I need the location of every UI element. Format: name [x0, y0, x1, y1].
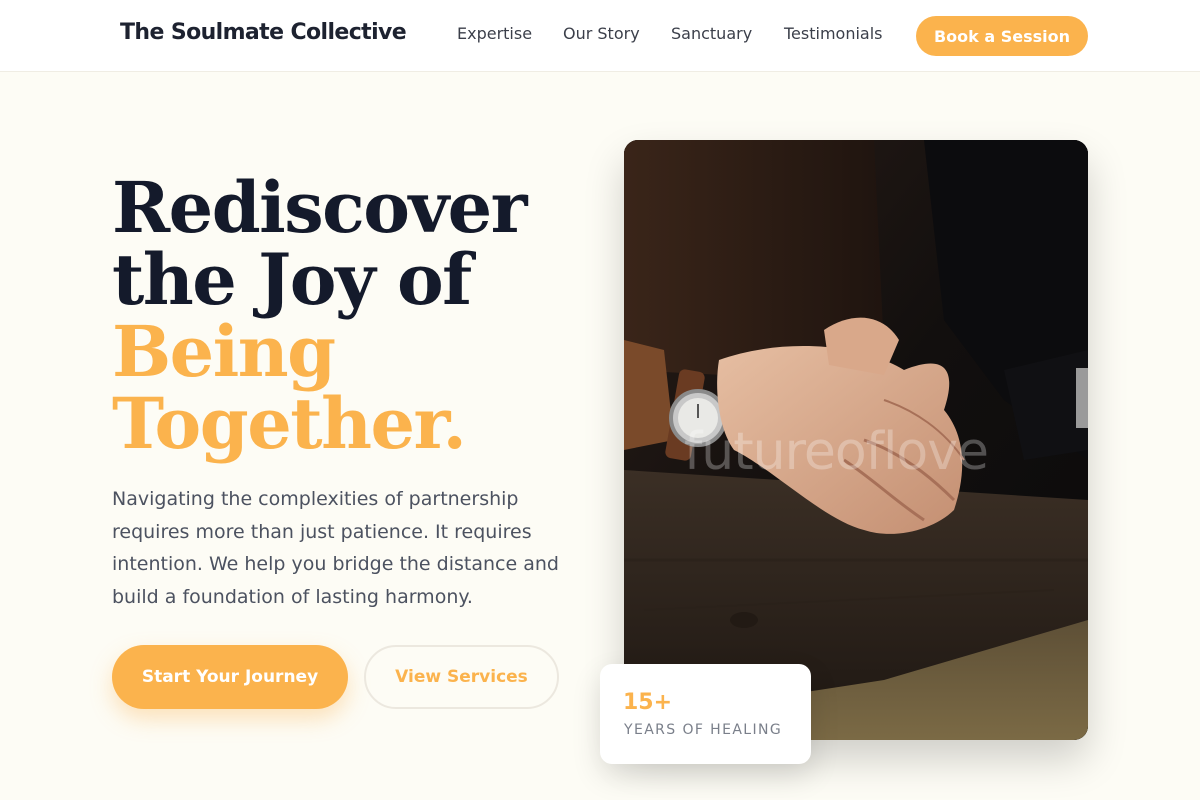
- hero-description: Navigating the complexities of partnersh…: [112, 488, 559, 609]
- book-session-button[interactable]: Book a Session: [916, 16, 1088, 56]
- headline-line-4: Together.: [112, 382, 467, 465]
- site-header: The Soulmate Collective Expertise Our St…: [0, 0, 1200, 72]
- headline-line-3: Being: [112, 310, 336, 393]
- headline-line-1: Rediscover: [112, 166, 528, 249]
- view-services-button[interactable]: View Services: [364, 645, 559, 709]
- brand-logo[interactable]: The Soulmate Collective: [120, 20, 407, 45]
- nav-link-expertise[interactable]: Expertise: [457, 24, 532, 43]
- stat-label: YEARS OF HEALING: [624, 722, 783, 738]
- image-watermark: futureoflove: [684, 422, 989, 482]
- nav-link-our-story[interactable]: Our Story: [563, 24, 640, 43]
- stat-card: 15+ YEARS OF HEALING: [600, 664, 811, 764]
- hero-headline: Rediscover the Joy of Being Together.: [112, 166, 528, 465]
- stat-value: 15+: [623, 690, 673, 715]
- hero-photo: futureoflove: [624, 140, 1088, 740]
- nav-link-sanctuary[interactable]: Sanctuary: [671, 24, 752, 43]
- start-journey-button[interactable]: Start Your Journey: [112, 645, 348, 709]
- nav-link-testimonials[interactable]: Testimonials: [784, 24, 883, 43]
- headline-line-2: the Joy of: [112, 238, 472, 321]
